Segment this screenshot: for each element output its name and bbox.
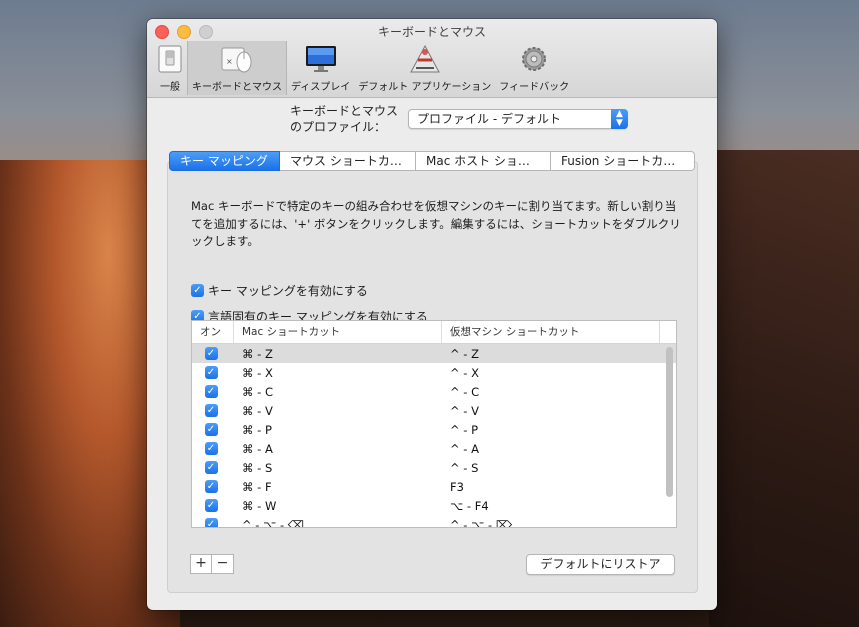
key-mapping-table: オン Mac ショートカット 仮想マシン ショートカット ✓ ⌘ - Z ^ -… bbox=[191, 320, 677, 528]
vm-shortcut-cell: F3 bbox=[450, 479, 464, 494]
enable-key-mapping-option[interactable]: ✓ キー マッピングを有効にする bbox=[191, 282, 368, 299]
row-enabled-checkbox[interactable]: ✓ bbox=[204, 480, 218, 493]
row-enabled-cell: ✓ bbox=[192, 461, 234, 474]
vm-shortcut-cell: ⌥ - F4 bbox=[450, 498, 489, 513]
row-enabled-checkbox[interactable]: ✓ bbox=[204, 385, 218, 398]
mac-shortcut-cell: ⌘ - S bbox=[242, 460, 273, 475]
row-enabled-cell: ✓ bbox=[192, 423, 234, 436]
toolbar-item-feedback[interactable]: フィードバック bbox=[495, 41, 573, 95]
select-arrows-icon: ▲ ▼ bbox=[611, 109, 628, 129]
row-enabled-cell: ✓ bbox=[192, 404, 234, 417]
table-row[interactable]: ✓ ⌘ - C ^ - C bbox=[192, 382, 676, 401]
tab-bar: キー マッピング マウス ショートカ… Mac ホスト ショ… Fusion シ… bbox=[169, 151, 695, 171]
vm-shortcut-cell: ^ - Z bbox=[450, 346, 479, 361]
row-enabled-checkbox[interactable]: ✓ bbox=[204, 461, 218, 474]
table-row[interactable]: ✓ ⌘ - X ^ - X bbox=[192, 363, 676, 382]
tab-mac-host-shortcuts[interactable]: Mac ホスト ショ… bbox=[416, 151, 551, 171]
row-enabled-checkbox[interactable]: ✓ bbox=[204, 518, 218, 527]
row-enabled-checkbox[interactable]: ✓ bbox=[204, 404, 218, 417]
row-enabled-cell: ✓ bbox=[192, 442, 234, 455]
window-title: キーボードとマウス bbox=[377, 25, 486, 39]
table-row[interactable]: ✓ ⌘ - F F3 bbox=[192, 477, 676, 496]
toolbar-item-general[interactable]: 一般 bbox=[153, 41, 187, 95]
row-enabled-cell: ✓ bbox=[192, 347, 234, 360]
table-row[interactable]: ✓ ⌘ - S ^ - S bbox=[192, 458, 676, 477]
svg-text:×: × bbox=[226, 57, 233, 66]
feedback-gear-icon bbox=[517, 43, 551, 75]
row-enabled-cell: ✓ bbox=[192, 499, 234, 512]
column-header-on[interactable]: オン bbox=[192, 321, 234, 343]
table-row[interactable]: ✓ ⌘ - A ^ - A bbox=[192, 439, 676, 458]
mac-shortcut-cell: ⌘ - W bbox=[242, 498, 277, 513]
table-row[interactable]: ✓ ⌘ - W ⌥ - F4 bbox=[192, 496, 676, 515]
toolbar-label-feedback: フィードバック bbox=[499, 82, 570, 93]
toolbar-item-display[interactable]: ディスプレイ bbox=[287, 41, 354, 95]
row-enabled-checkbox[interactable]: ✓ bbox=[204, 366, 218, 379]
column-header-vm-shortcut[interactable]: 仮想マシン ショートカット bbox=[442, 321, 660, 343]
toolbar-item-default-apps[interactable]: デフォルト アプリケーション bbox=[354, 41, 495, 95]
row-enabled-cell: ✓ bbox=[192, 480, 234, 493]
profile-label: キーボードとマウス のプロファイル： bbox=[290, 103, 400, 135]
mac-shortcut-cell: ⌘ - C bbox=[242, 384, 273, 399]
mac-shortcut-cell: ⌘ - X bbox=[242, 365, 273, 380]
tab-mouse-shortcuts[interactable]: マウス ショートカ… bbox=[280, 151, 416, 171]
mac-shortcut-cell: ⌘ - F bbox=[242, 479, 272, 494]
default-apps-icon bbox=[408, 43, 442, 75]
table-row[interactable]: ✓ ⌘ - P ^ - P bbox=[192, 420, 676, 439]
row-enabled-cell: ✓ bbox=[192, 518, 234, 527]
enable-key-mapping-checkbox[interactable]: ✓ bbox=[191, 284, 204, 297]
vm-shortcut-cell: ^ - A bbox=[450, 441, 479, 456]
keyboard-mouse-icon: × bbox=[220, 43, 254, 75]
table-body: ✓ ⌘ - Z ^ - Z ✓ ⌘ - X ^ - X ✓ ⌘ - C ^ - … bbox=[192, 344, 676, 528]
key-mapping-description: Mac キーボードで特定のキーの組み合わせを仮想マシンのキーに割り当てます。新し… bbox=[191, 199, 681, 248]
add-remove-buttons: + − bbox=[190, 554, 234, 574]
toolbar-label-default-apps: デフォルト アプリケーション bbox=[358, 82, 492, 93]
row-enabled-cell: ✓ bbox=[192, 385, 234, 398]
window-titlebar: キーボードとマウス 一般 × キーボードとマウス ディスプレイ デフォルト アプ… bbox=[147, 19, 717, 98]
restore-defaults-button[interactable]: デフォルトにリストア bbox=[526, 554, 675, 575]
toolbar-item-keyboard-mouse[interactable]: × キーボードとマウス bbox=[187, 41, 287, 95]
column-header-mac-shortcut[interactable]: Mac ショートカット bbox=[234, 321, 442, 343]
row-enabled-checkbox[interactable]: ✓ bbox=[204, 442, 218, 455]
table-scrollbar[interactable] bbox=[666, 347, 673, 497]
row-enabled-checkbox[interactable]: ✓ bbox=[204, 423, 218, 436]
tab-fusion-shortcuts[interactable]: Fusion ショートカ… bbox=[551, 151, 695, 171]
desktop-wallpaper-right bbox=[709, 150, 859, 627]
vm-shortcut-cell: ^ - V bbox=[450, 403, 479, 418]
general-switch-icon bbox=[157, 43, 183, 75]
preferences-window: キーボードとマウス 一般 × キーボードとマウス ディスプレイ デフォルト アプ… bbox=[147, 19, 717, 610]
profile-select-value: プロファイル - デフォルト bbox=[417, 112, 561, 126]
profile-row: キーボードとマウス のプロファイル： プロファイル - デフォルト ▲ ▼ bbox=[290, 103, 628, 135]
vm-shortcut-cell: ^ - S bbox=[450, 460, 479, 475]
mac-shortcut-cell: ⌘ - A bbox=[242, 441, 273, 456]
display-icon bbox=[304, 43, 338, 75]
add-mapping-button[interactable]: + bbox=[190, 554, 212, 574]
table-row[interactable]: ✓ ⌘ - Z ^ - Z bbox=[192, 344, 676, 363]
enable-key-mapping-label: キー マッピングを有効にする bbox=[208, 284, 368, 298]
remove-mapping-button[interactable]: − bbox=[212, 554, 234, 574]
row-enabled-checkbox[interactable]: ✓ bbox=[204, 499, 218, 512]
vm-shortcut-cell: ^ - C bbox=[450, 384, 480, 399]
profile-label-line2: のプロファイル： bbox=[290, 120, 387, 134]
toolbar-label-keyboard-mouse: キーボードとマウス bbox=[192, 82, 282, 93]
mac-shortcut-cell: ⌘ - V bbox=[242, 403, 273, 418]
vm-shortcut-cell: ^ - ⌥ - ⌦ bbox=[450, 517, 513, 528]
toolbar-label-display: ディスプレイ bbox=[291, 82, 351, 93]
row-enabled-checkbox[interactable]: ✓ bbox=[204, 347, 218, 360]
vm-shortcut-cell: ^ - X bbox=[450, 365, 479, 380]
toolbar-label-general: 一般 bbox=[160, 82, 180, 93]
table-header: オン Mac ショートカット 仮想マシン ショートカット bbox=[192, 321, 676, 344]
mac-shortcut-cell: ⌘ - Z bbox=[242, 346, 273, 361]
row-enabled-cell: ✓ bbox=[192, 366, 234, 379]
table-row[interactable]: ✓ ⌘ - V ^ - V bbox=[192, 401, 676, 420]
tab-key-mapping[interactable]: キー マッピング bbox=[169, 151, 280, 171]
vm-shortcut-cell: ^ - P bbox=[450, 422, 479, 437]
profile-select[interactable]: プロファイル - デフォルト ▲ ▼ bbox=[408, 109, 628, 129]
mac-shortcut-cell: ⌘ - P bbox=[242, 422, 272, 437]
profile-label-line1: キーボードとマウス bbox=[290, 104, 399, 118]
table-row[interactable]: ✓ ^ - ⌥ - ⌫ ^ - ⌥ - ⌦ bbox=[192, 515, 676, 528]
preferences-toolbar: 一般 × キーボードとマウス ディスプレイ デフォルト アプリケーション フィー… bbox=[153, 41, 573, 95]
mac-shortcut-cell: ^ - ⌥ - ⌫ bbox=[242, 517, 305, 528]
key-mapping-panel: Mac キーボードで特定のキーの組み合わせを仮想マシンのキーに割り当てます。新し… bbox=[167, 161, 698, 593]
